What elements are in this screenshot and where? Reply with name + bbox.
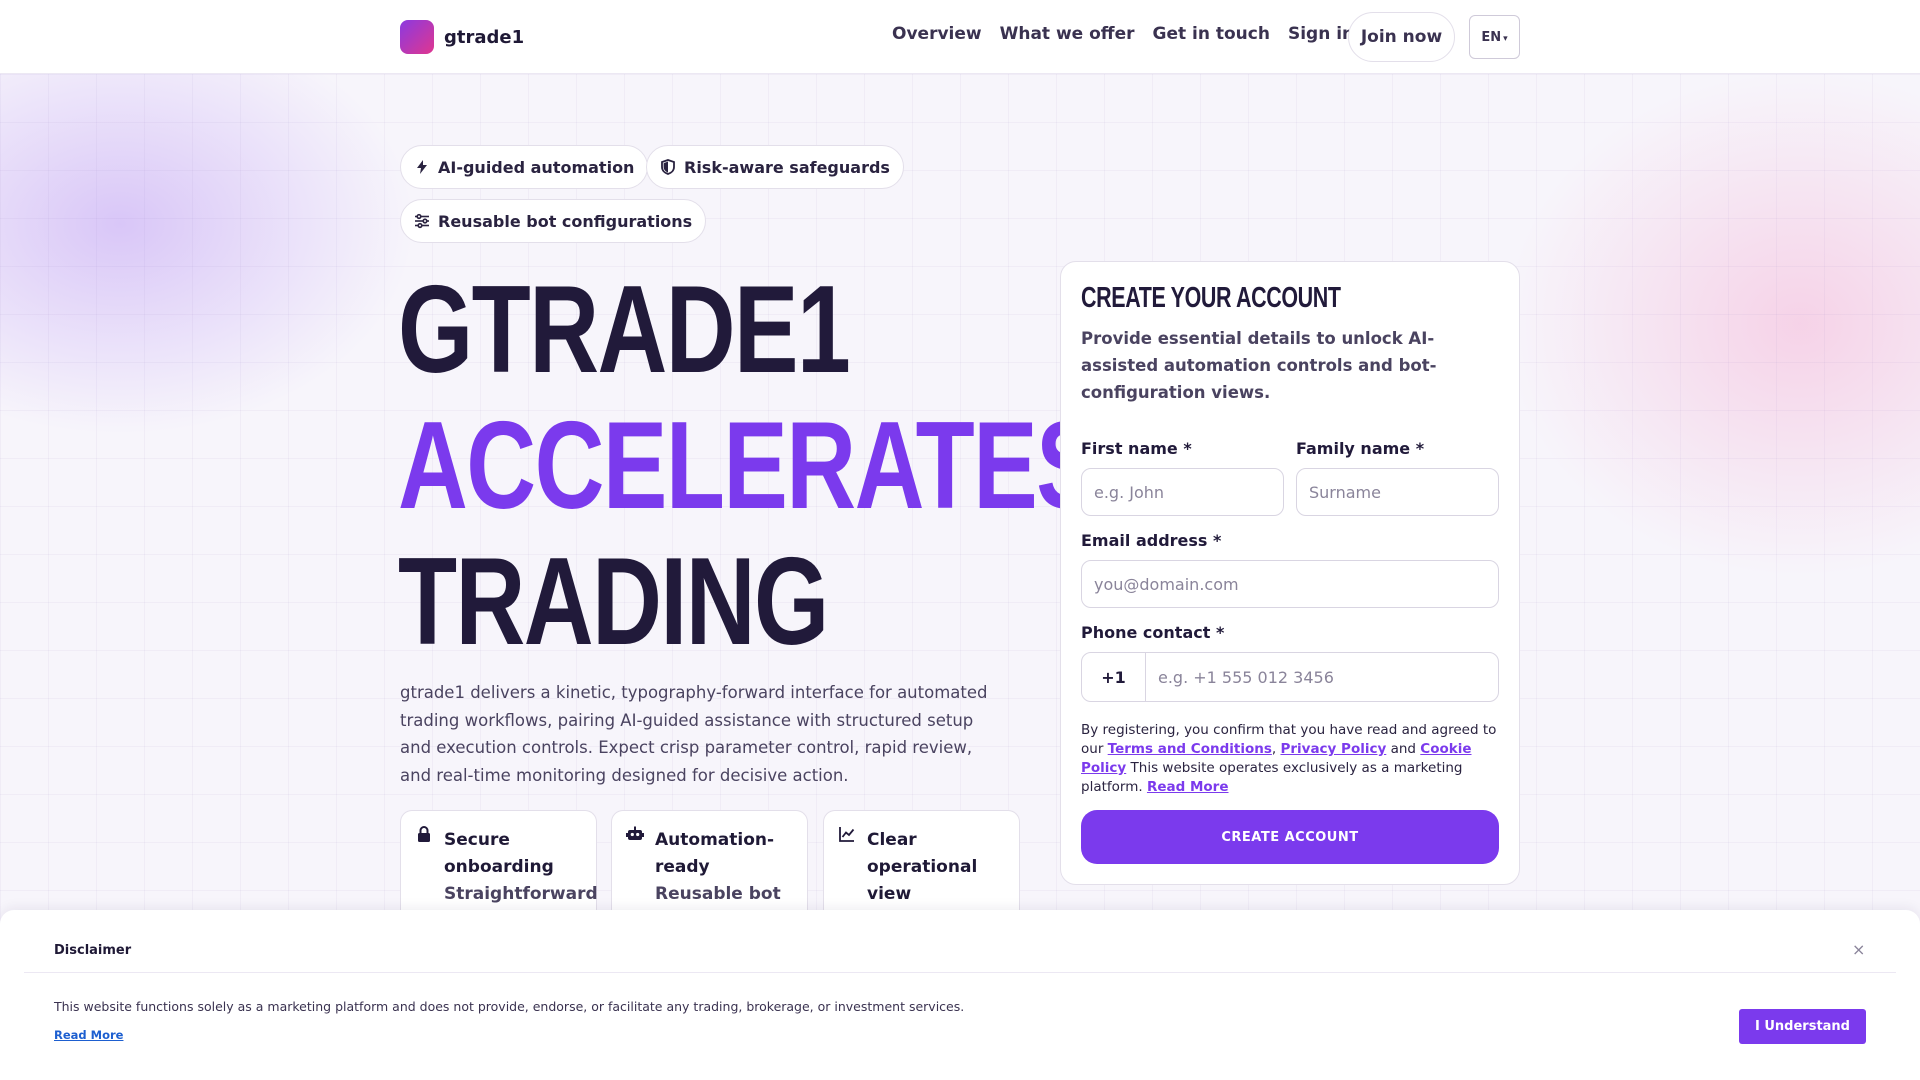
phone-field: +1 xyxy=(1081,652,1499,702)
registration-card: CREATE YOUR ACCOUNT Provide essential de… xyxy=(1060,261,1520,885)
sliders-icon xyxy=(415,213,429,229)
create-account-button[interactable]: CREATE ACCOUNT xyxy=(1081,810,1499,864)
chip-label: Reusable bot configurations xyxy=(438,211,693,231)
form-subtitle: Provide essential details to unlock AI-a… xyxy=(1081,329,1437,402)
privacy-policy-link[interactable]: Privacy Policy xyxy=(1280,741,1386,757)
feature-title: Automation-ready xyxy=(655,830,775,877)
email-input[interactable] xyxy=(1081,560,1499,608)
chip-risk-aware-safeguards: Risk-aware safeguards xyxy=(646,145,904,189)
phone-input[interactable] xyxy=(1146,653,1498,701)
robot-icon xyxy=(626,826,644,840)
lock-icon xyxy=(418,826,430,842)
nav-link-get-in-touch[interactable]: Get in touch xyxy=(1152,24,1269,44)
email-label: Email address * xyxy=(1081,531,1222,550)
divider xyxy=(24,972,1896,973)
chip-label: AI-guided automation xyxy=(438,157,635,177)
language-selector[interactable]: EN ▾ xyxy=(1469,15,1520,59)
feature-subtitle: Reusable bot xyxy=(655,884,781,904)
i-understand-button[interactable]: I Understand xyxy=(1739,1009,1866,1044)
form-title: CREATE YOUR ACCOUNT xyxy=(1081,282,1341,314)
brand-name: gtrade1 xyxy=(444,26,525,48)
read-more-link[interactable]: Read More xyxy=(1147,779,1229,795)
disclaimer-read-more-link[interactable]: Read More xyxy=(54,1028,123,1042)
disclaimer-title: Disclaimer xyxy=(54,943,132,958)
nav-link-what-we-offer[interactable]: What we offer xyxy=(1000,24,1135,44)
nav-link-sign-in[interactable]: Sign in xyxy=(1288,24,1354,44)
nav-link-overview[interactable]: Overview xyxy=(892,24,982,44)
shield-icon xyxy=(661,159,675,175)
join-now-button[interactable]: Join now xyxy=(1348,12,1455,62)
feature-card-automation-ready: Automation-ready Reusable bot xyxy=(611,810,808,910)
legal-suffix: This website operates exclusively as a m… xyxy=(1081,760,1463,795)
disclaimer-text: This website functions solely as a marke… xyxy=(54,999,965,1014)
feature-card-clear-operational-view: Clear operational view xyxy=(823,810,1020,910)
feature-subtitle: Straightforward xyxy=(444,884,598,904)
brand-logo-icon xyxy=(400,20,434,54)
top-navigation-bar: gtrade1 Overview What we offer Get in to… xyxy=(0,0,1920,74)
legal-comma: , xyxy=(1271,741,1277,757)
hero-title-line-3: TRADING xyxy=(398,533,829,671)
feature-title: Clear operational view xyxy=(867,830,978,904)
phone-label: Phone contact * xyxy=(1081,623,1225,642)
chip-label: Risk-aware safeguards xyxy=(684,157,890,177)
feature-title: Secure onboarding xyxy=(444,830,554,877)
phone-country-code[interactable]: +1 xyxy=(1082,653,1146,701)
close-icon[interactable]: × xyxy=(1852,940,1865,959)
feature-card-secure-onboarding: Secure onboarding Straightforward xyxy=(400,810,598,910)
disclaimer-banner: Disclaimer × This website functions sole… xyxy=(0,910,1920,1080)
legal-consent-text: By registering, you confirm that you hav… xyxy=(1081,721,1501,797)
terms-link[interactable]: Terms and Conditions xyxy=(1108,741,1272,757)
brand[interactable]: gtrade1 xyxy=(400,20,524,54)
chip-ai-guided-automation: AI-guided automation xyxy=(400,145,649,189)
family-name-label: Family name * xyxy=(1296,439,1425,458)
bolt-icon xyxy=(417,160,427,174)
caret-down-icon: ▾ xyxy=(1503,33,1508,44)
hero-title-line-1: GTRADE1 xyxy=(398,261,851,399)
chip-reusable-bot-configurations: Reusable bot configurations xyxy=(400,199,707,243)
legal-and: and xyxy=(1390,741,1416,757)
first-name-label: First name * xyxy=(1081,439,1192,458)
chart-line-icon xyxy=(839,827,855,842)
family-name-input[interactable] xyxy=(1296,468,1499,516)
first-name-input[interactable] xyxy=(1081,468,1284,516)
main-nav: Overview What we offer Get in touch Sign… xyxy=(892,24,1354,44)
hero-title-line-2: ACCELERATES xyxy=(398,397,1101,535)
language-label: EN xyxy=(1481,29,1502,45)
hero-description: gtrade1 delivers a kinetic, typography-f… xyxy=(400,683,988,785)
